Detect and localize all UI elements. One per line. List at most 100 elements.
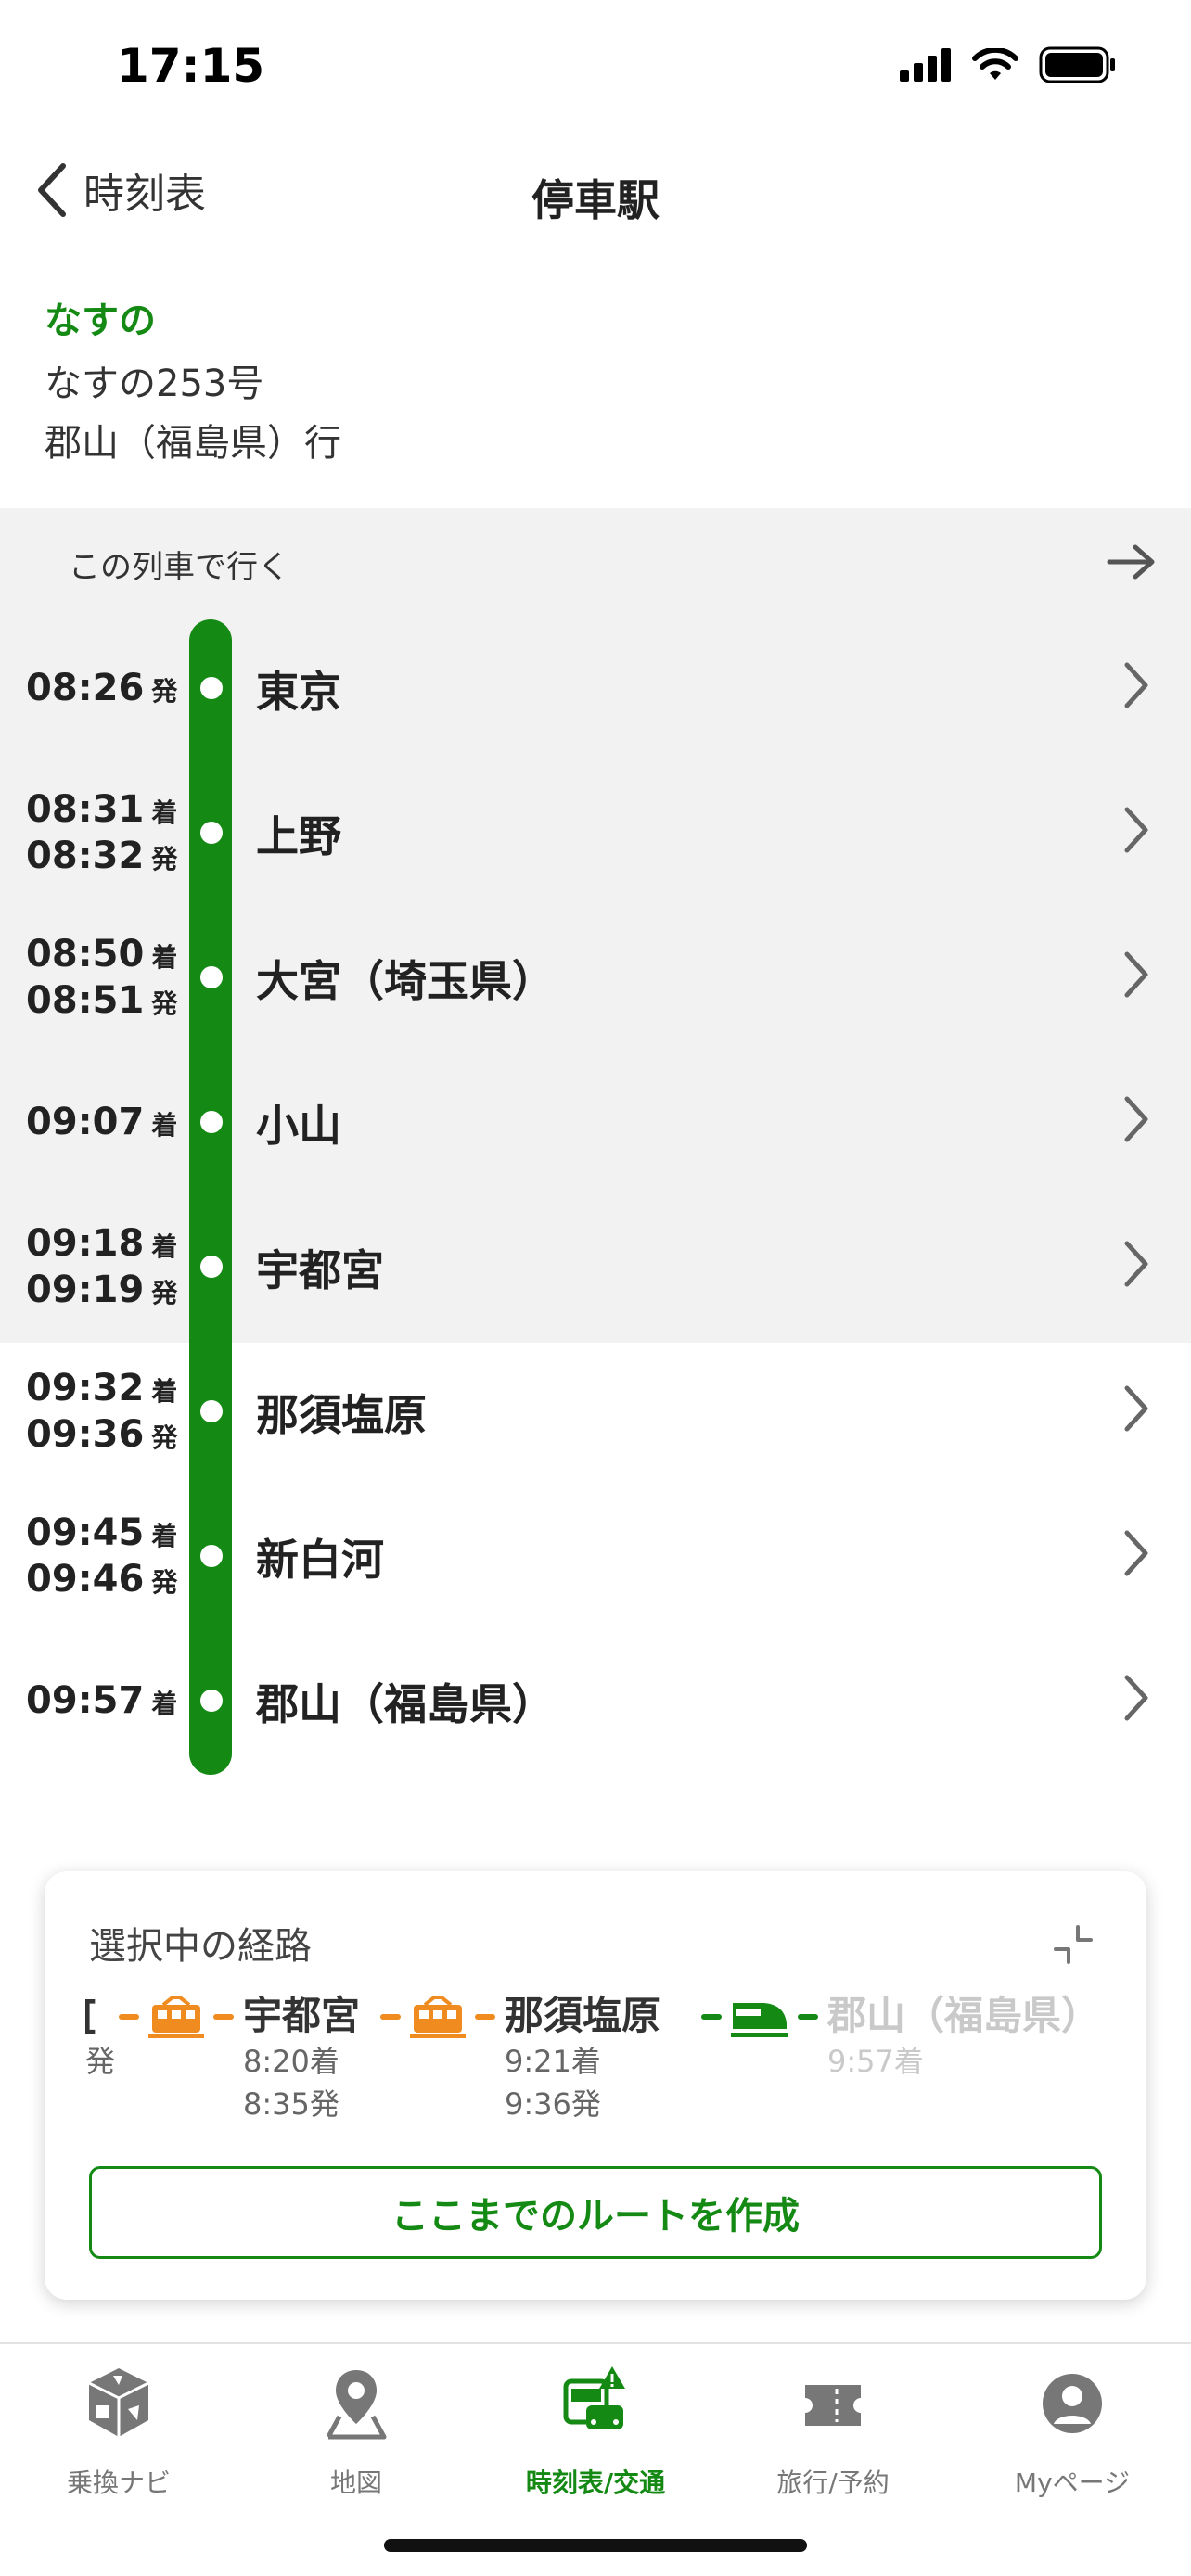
- stop-times: 09:18 着 09:19 発: [26, 1194, 178, 1339]
- status-icons: [900, 46, 1117, 83]
- route-station-time: 発: [85, 2044, 116, 2079]
- create-route-button[interactable]: ここまでのルートを作成: [89, 2166, 1102, 2259]
- route-dash: [213, 2014, 234, 2020]
- stop-row[interactable]: 08:50 着 08:51 発 大宮（埼玉県）: [0, 905, 1191, 1050]
- train-info: なすの なすの253号 郡山（福島県）行: [45, 295, 341, 473]
- stop-time-kind: 発: [151, 844, 178, 874]
- ride-this-train-row[interactable]: この列車で行く: [0, 519, 1191, 612]
- stop-row[interactable]: 09:07 着 小山: [0, 1050, 1191, 1194]
- train-icon: [410, 1996, 466, 2038]
- tab-label: 旅行/予約: [776, 2468, 890, 2498]
- stop-name: 上野: [256, 811, 341, 861]
- stop-dot: [200, 1690, 223, 1712]
- stop-time: 09:07: [26, 1101, 145, 1143]
- stop-row[interactable]: 09:18 着 09:19 発 宇都宮: [0, 1194, 1191, 1339]
- stop-time-kind: 着: [151, 1689, 178, 1719]
- stop-dot: [200, 1545, 223, 1567]
- arrow-right-icon: [1107, 544, 1155, 580]
- stop-times: 08:50 着 08:51 発: [26, 905, 178, 1050]
- stop-name: 東京: [256, 667, 341, 717]
- tab-label: 時刻表/交通: [525, 2468, 666, 2498]
- stop-time: 09:46: [26, 1558, 145, 1600]
- status-time: 17:15: [117, 39, 265, 93]
- stop-name: 新白河: [256, 1535, 384, 1585]
- stop-time: 09:45: [26, 1511, 145, 1554]
- stop-times: 09:07 着: [26, 1050, 178, 1194]
- stop-time: 08:31: [26, 788, 145, 831]
- stop-time-kind: 着: [151, 797, 178, 828]
- chevron-right-icon: [1124, 951, 1148, 998]
- selected-route-title: 選択中の経路: [89, 1925, 312, 1968]
- stop-dot: [200, 1400, 223, 1422]
- tab-my-page[interactable]: Myページ: [954, 2363, 1191, 2511]
- stop-time-kind: 発: [151, 1278, 178, 1308]
- stop-time-kind: 着: [151, 1521, 178, 1551]
- chevron-right-icon: [1124, 662, 1148, 708]
- stop-time-kind: 発: [151, 1422, 178, 1453]
- tab-travel-reservation[interactable]: 旅行/予約: [714, 2363, 952, 2511]
- battery-icon: [1039, 46, 1115, 83]
- tab-label: 地図: [329, 2468, 382, 2498]
- stop-time-kind: 発: [151, 988, 178, 1019]
- stop-time-kind: 着: [151, 1110, 178, 1141]
- stop-row[interactable]: 08:26 発 東京: [0, 616, 1191, 760]
- timetable-transport-icon: [563, 2366, 625, 2429]
- stop-times: 09:57 着: [26, 1628, 178, 1773]
- stop-time: 08:32: [26, 835, 145, 877]
- route-station: 那須塩原 9:21着 9:36発: [505, 1992, 660, 2125]
- stop-time-kind: 着: [151, 942, 178, 973]
- tab-label: 乗換ナビ: [66, 2468, 171, 2498]
- stop-time-kind: 着: [151, 1376, 178, 1407]
- stop-name: 大宮（埼玉県）: [256, 956, 555, 1006]
- stop-time: 09:36: [26, 1413, 145, 1456]
- stop-time: 08:50: [26, 933, 145, 976]
- route-station-arrive: 8:20着: [243, 2044, 339, 2079]
- stop-row[interactable]: 08:31 着 08:32 発 上野: [0, 760, 1191, 905]
- stop-row[interactable]: 09:45 着 09:46 発 新白河: [0, 1484, 1191, 1628]
- stop-times: 08:31 着 08:32 発: [26, 760, 178, 905]
- route-dash: [119, 2014, 139, 2020]
- page-title: 停車駅: [531, 175, 660, 225]
- stop-dot: [200, 822, 223, 844]
- selected-route-card: 選択中の経路 [ 発 宇都宮 8:20着 8:35発: [45, 1871, 1146, 2300]
- shinkansen-icon: [731, 2003, 788, 2037]
- train-number: なすの253号: [45, 363, 264, 405]
- stop-row[interactable]: 09:32 着 09:36 発 那須塩原: [0, 1339, 1191, 1484]
- ride-this-train-label: この列車で行く: [69, 549, 289, 586]
- route-dash: [380, 2014, 401, 2020]
- chevron-right-icon: [1124, 1096, 1148, 1142]
- train-destination: 郡山（福島県）行: [45, 422, 341, 465]
- stop-time: 09:32: [26, 1367, 145, 1409]
- stop-time: 09:19: [26, 1269, 145, 1311]
- navigation-bar: 時刻表 停車駅: [0, 139, 1191, 241]
- route-dash: [701, 2014, 722, 2020]
- stop-time-kind: 発: [151, 676, 178, 707]
- route-dash: [475, 2014, 495, 2020]
- tab-map[interactable]: 地図: [237, 2363, 475, 2511]
- stop-dot: [200, 677, 223, 699]
- stop-dot: [200, 966, 223, 988]
- stop-times: 08:26 発: [26, 616, 178, 760]
- route-station-name: 那須塩原: [505, 1993, 661, 2038]
- stop-time-kind: 発: [151, 1567, 178, 1598]
- chevron-right-icon: [1124, 807, 1148, 853]
- collapse-icon[interactable]: [1052, 1923, 1095, 1966]
- stop-times: 09:32 着 09:36 発: [26, 1339, 178, 1484]
- route-station-depart: 9:36発: [505, 2086, 601, 2122]
- stop-name: 宇都宮: [256, 1245, 384, 1295]
- train-icon: [148, 1996, 204, 2038]
- chevron-right-icon: [1124, 1675, 1148, 1721]
- route-strip[interactable]: [ 発 宇都宮 8:20着 8:35発: [85, 1992, 1106, 2159]
- route-station-arrive: 9:57着: [827, 2044, 924, 2079]
- home-indicator[interactable]: [384, 2539, 807, 2552]
- map-icon: [326, 2370, 387, 2440]
- route-station-partial: [ 発: [85, 1992, 115, 2083]
- stop-row[interactable]: 09:57 着 郡山（福島県）: [0, 1628, 1191, 1773]
- train-name: なすの: [45, 300, 156, 342]
- chevron-right-icon: [1124, 1530, 1148, 1576]
- tab-timetable-transport[interactable]: 時刻表/交通: [477, 2363, 714, 2511]
- stop-time: 08:26: [26, 667, 145, 709]
- stop-time: 08:51: [26, 979, 145, 1022]
- ticket-icon: [805, 2385, 861, 2426]
- tab-transfer-navi[interactable]: 乗換ナビ: [0, 2363, 237, 2511]
